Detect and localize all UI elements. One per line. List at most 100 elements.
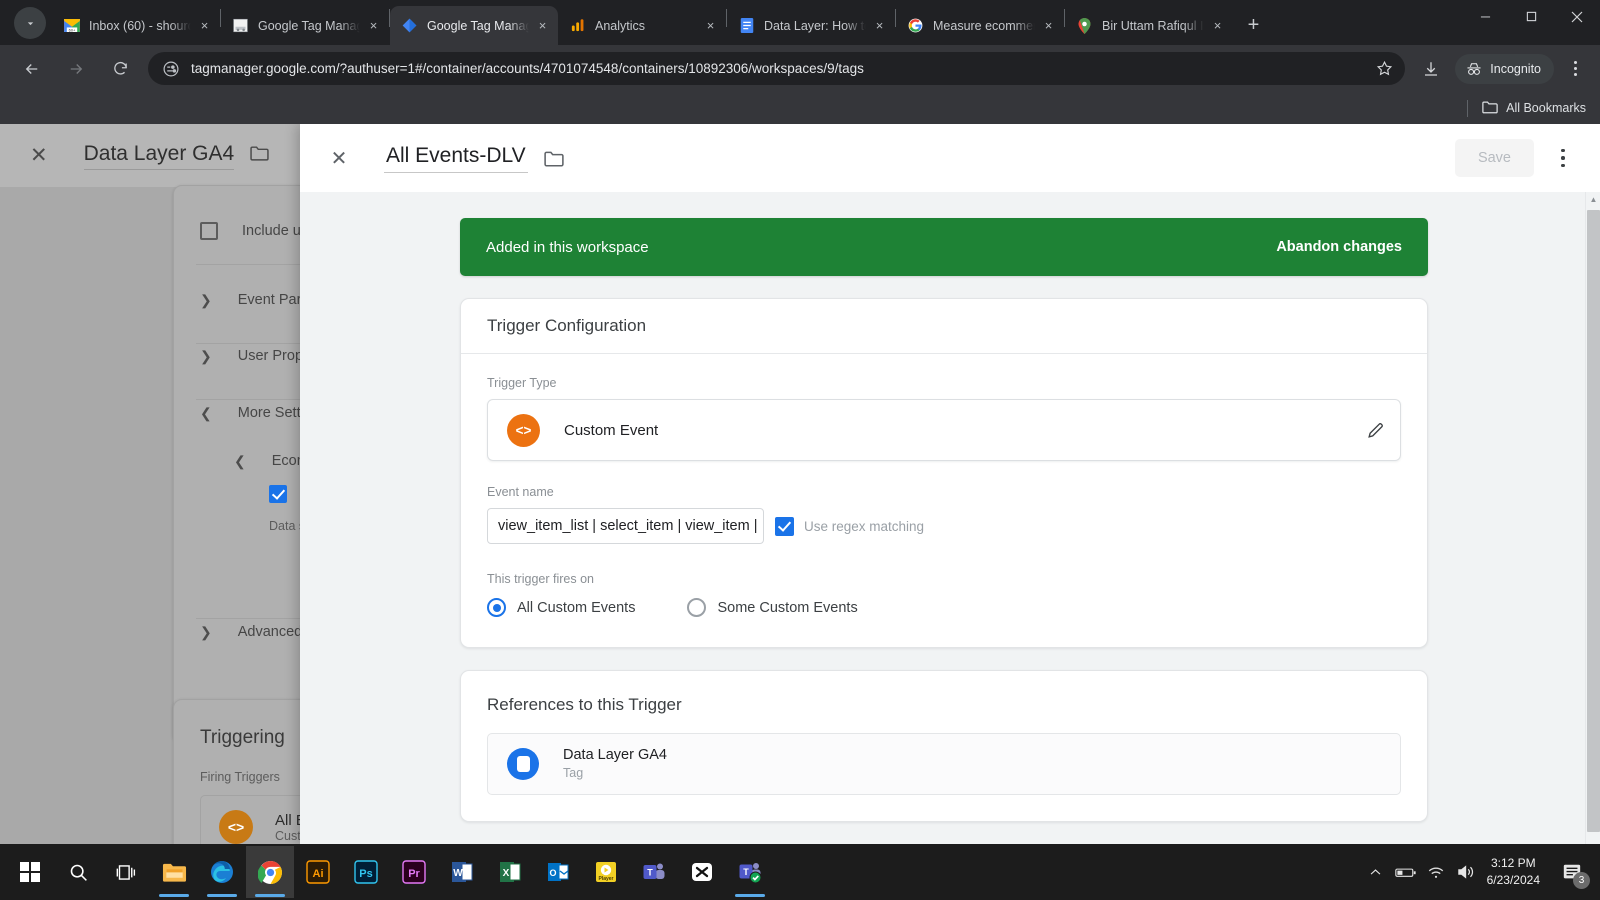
tab-close-button[interactable]: × — [1208, 16, 1227, 35]
browser-tab[interactable]: 60+ Inbox (60) - shourov × — [52, 6, 220, 45]
close-icon[interactable]: ✕ — [322, 141, 356, 175]
all-bookmarks-button[interactable]: All Bookmarks — [1482, 100, 1586, 117]
reference-name: Data Layer GA4 — [563, 746, 667, 763]
browser-tab[interactable]: Analytics × — [558, 6, 726, 45]
chevron-right-icon: ❯ — [200, 623, 212, 640]
reload-button[interactable] — [104, 53, 136, 85]
radio-some-custom-events-label: Some Custom Events — [717, 599, 858, 616]
checkbox-icon[interactable] — [200, 222, 218, 240]
microsoft-excel-button[interactable]: X — [486, 846, 534, 898]
tab-close-button[interactable]: × — [364, 16, 383, 35]
google-icon — [907, 17, 924, 34]
tab-close-button[interactable]: × — [195, 16, 214, 35]
url-text: tagmanager.google.com/?authuser=1#/conta… — [191, 61, 864, 76]
chevron-down-icon: ❮ — [234, 452, 246, 469]
google-chrome-button[interactable] — [246, 846, 294, 898]
adobe-photoshop-button[interactable]: Ps — [342, 846, 390, 898]
downloads-icon[interactable] — [1415, 53, 1447, 85]
trigger-editor-body: Added in this workspace Abandon changes … — [300, 192, 1600, 844]
save-button[interactable]: Save — [1454, 139, 1534, 177]
event-name-label: Event name — [487, 485, 554, 499]
media-player-button[interactable]: Player — [582, 846, 630, 898]
radio-all-custom-events[interactable] — [487, 598, 506, 617]
search-button[interactable] — [54, 846, 102, 898]
tab-close-button[interactable]: × — [701, 16, 720, 35]
radio-some-custom-events[interactable] — [687, 598, 707, 617]
bookmark-star-icon[interactable] — [1371, 56, 1397, 82]
microsoft-teams-button[interactable]: T — [630, 846, 678, 898]
event-name-input[interactable]: view_item_list | select_item | view_item… — [487, 508, 764, 544]
notification-center-button[interactable]: 3 — [1552, 852, 1592, 892]
browser-tab[interactable]: Google Tag Manager × — [221, 6, 389, 45]
volume-icon[interactable] — [1451, 852, 1481, 892]
browser-tab[interactable]: Bir Uttam Rafiqul Isla × — [1065, 6, 1233, 45]
references-body: References to this Trigger Data Layer GA… — [461, 671, 1427, 821]
window-close-button[interactable] — [1554, 0, 1600, 33]
capcut-button[interactable] — [678, 846, 726, 898]
microsoft-teams-work-button[interactable]: T — [726, 846, 774, 898]
svg-text:Ps: Ps — [359, 868, 372, 880]
tab-search-button[interactable] — [14, 7, 46, 39]
event-name-row: view_item_list | select_item | view_item… — [487, 508, 1401, 544]
tab-title: Bir Uttam Rafiqul Isla — [1102, 18, 1206, 33]
abandon-changes-button[interactable]: Abandon changes — [1276, 239, 1402, 255]
background-close-icon[interactable]: ✕ — [30, 143, 48, 168]
browser-tab[interactable]: Data Layer: How to t × — [727, 6, 895, 45]
reference-list-item[interactable]: Data Layer GA4 Tag — [487, 733, 1401, 795]
folder-icon[interactable] — [250, 145, 269, 166]
start-button[interactable] — [6, 846, 54, 898]
adobe-premiere-button[interactable]: Pr — [390, 846, 438, 898]
use-regex-checkbox[interactable] — [775, 516, 794, 536]
microsoft-edge-button[interactable] — [198, 846, 246, 898]
trigger-type-selector[interactable]: <> Custom Event — [487, 399, 1401, 461]
address-bar[interactable]: tagmanager.google.com/?authuser=1#/conta… — [148, 52, 1406, 85]
trigger-title[interactable]: All Events-DLV — [384, 144, 528, 173]
trigger-editor-content: Added in this workspace Abandon changes … — [300, 218, 1600, 822]
svg-text:W: W — [453, 868, 463, 879]
wifi-icon[interactable] — [1421, 852, 1451, 892]
pencil-icon[interactable] — [1366, 421, 1385, 440]
trigger-editor-header: ✕ All Events-DLV Save — [300, 124, 1600, 192]
tab-title: Analytics — [595, 18, 646, 33]
notification-badge: 3 — [1573, 872, 1590, 889]
microsoft-word-button[interactable]: W — [438, 846, 486, 898]
page-viewport: ✕ Data Layer GA4 Include use ❯ Event Par… — [0, 124, 1600, 844]
adobe-illustrator-button[interactable]: Ai — [294, 846, 342, 898]
browser-tab-active[interactable]: Google Tag Manager × — [390, 6, 558, 45]
svg-text:T: T — [647, 868, 653, 878]
checkbox-checked-icon[interactable] — [269, 485, 287, 503]
tab-close-button[interactable]: × — [533, 16, 552, 35]
page-scrollbar[interactable]: ▲ — [1585, 192, 1600, 844]
chevron-up-icon[interactable] — [1361, 852, 1391, 892]
svg-text:Pr: Pr — [408, 868, 420, 880]
clock[interactable]: 3:12 PM 6/23/2024 — [1481, 855, 1552, 890]
battery-icon[interactable] — [1391, 852, 1421, 892]
screen: 60+ Inbox (60) - shourov × Google Tag Ma… — [0, 0, 1600, 900]
background-editor-title: Data Layer GA4 — [83, 142, 235, 170]
scrollbar-thumb[interactable] — [1587, 210, 1600, 832]
file-explorer-button[interactable] — [150, 846, 198, 898]
kebab-menu-icon[interactable] — [1544, 139, 1582, 177]
system-tray: 3:12 PM 6/23/2024 3 — [1361, 852, 1600, 892]
microsoft-outlook-button[interactable]: O — [534, 846, 582, 898]
trigger-configuration-title: Trigger Configuration — [461, 299, 1427, 354]
back-button[interactable] — [16, 53, 48, 85]
tag-icon — [507, 748, 539, 780]
tab-close-button[interactable]: × — [1039, 16, 1058, 35]
folder-icon[interactable] — [544, 150, 564, 167]
background-row-label: More Setti — [237, 405, 304, 421]
chevron-right-icon: ❯ — [200, 347, 212, 364]
forward-button[interactable] — [60, 53, 92, 85]
site-settings-icon[interactable] — [162, 60, 180, 78]
tagmanager-icon — [401, 17, 418, 34]
task-view-button[interactable] — [102, 846, 150, 898]
scroll-up-arrow-icon[interactable]: ▲ — [1586, 192, 1600, 207]
tab-close-button[interactable]: × — [870, 16, 889, 35]
maximize-button[interactable] — [1508, 0, 1554, 33]
incognito-indicator[interactable]: Incognito — [1455, 53, 1554, 84]
browser-tab[interactable]: Measure ecommerce × — [896, 6, 1064, 45]
browser-menu-icon[interactable] — [1560, 54, 1590, 84]
analytics-icon — [569, 17, 586, 34]
new-tab-button[interactable]: + — [1239, 11, 1268, 40]
minimize-button[interactable] — [1462, 0, 1508, 33]
